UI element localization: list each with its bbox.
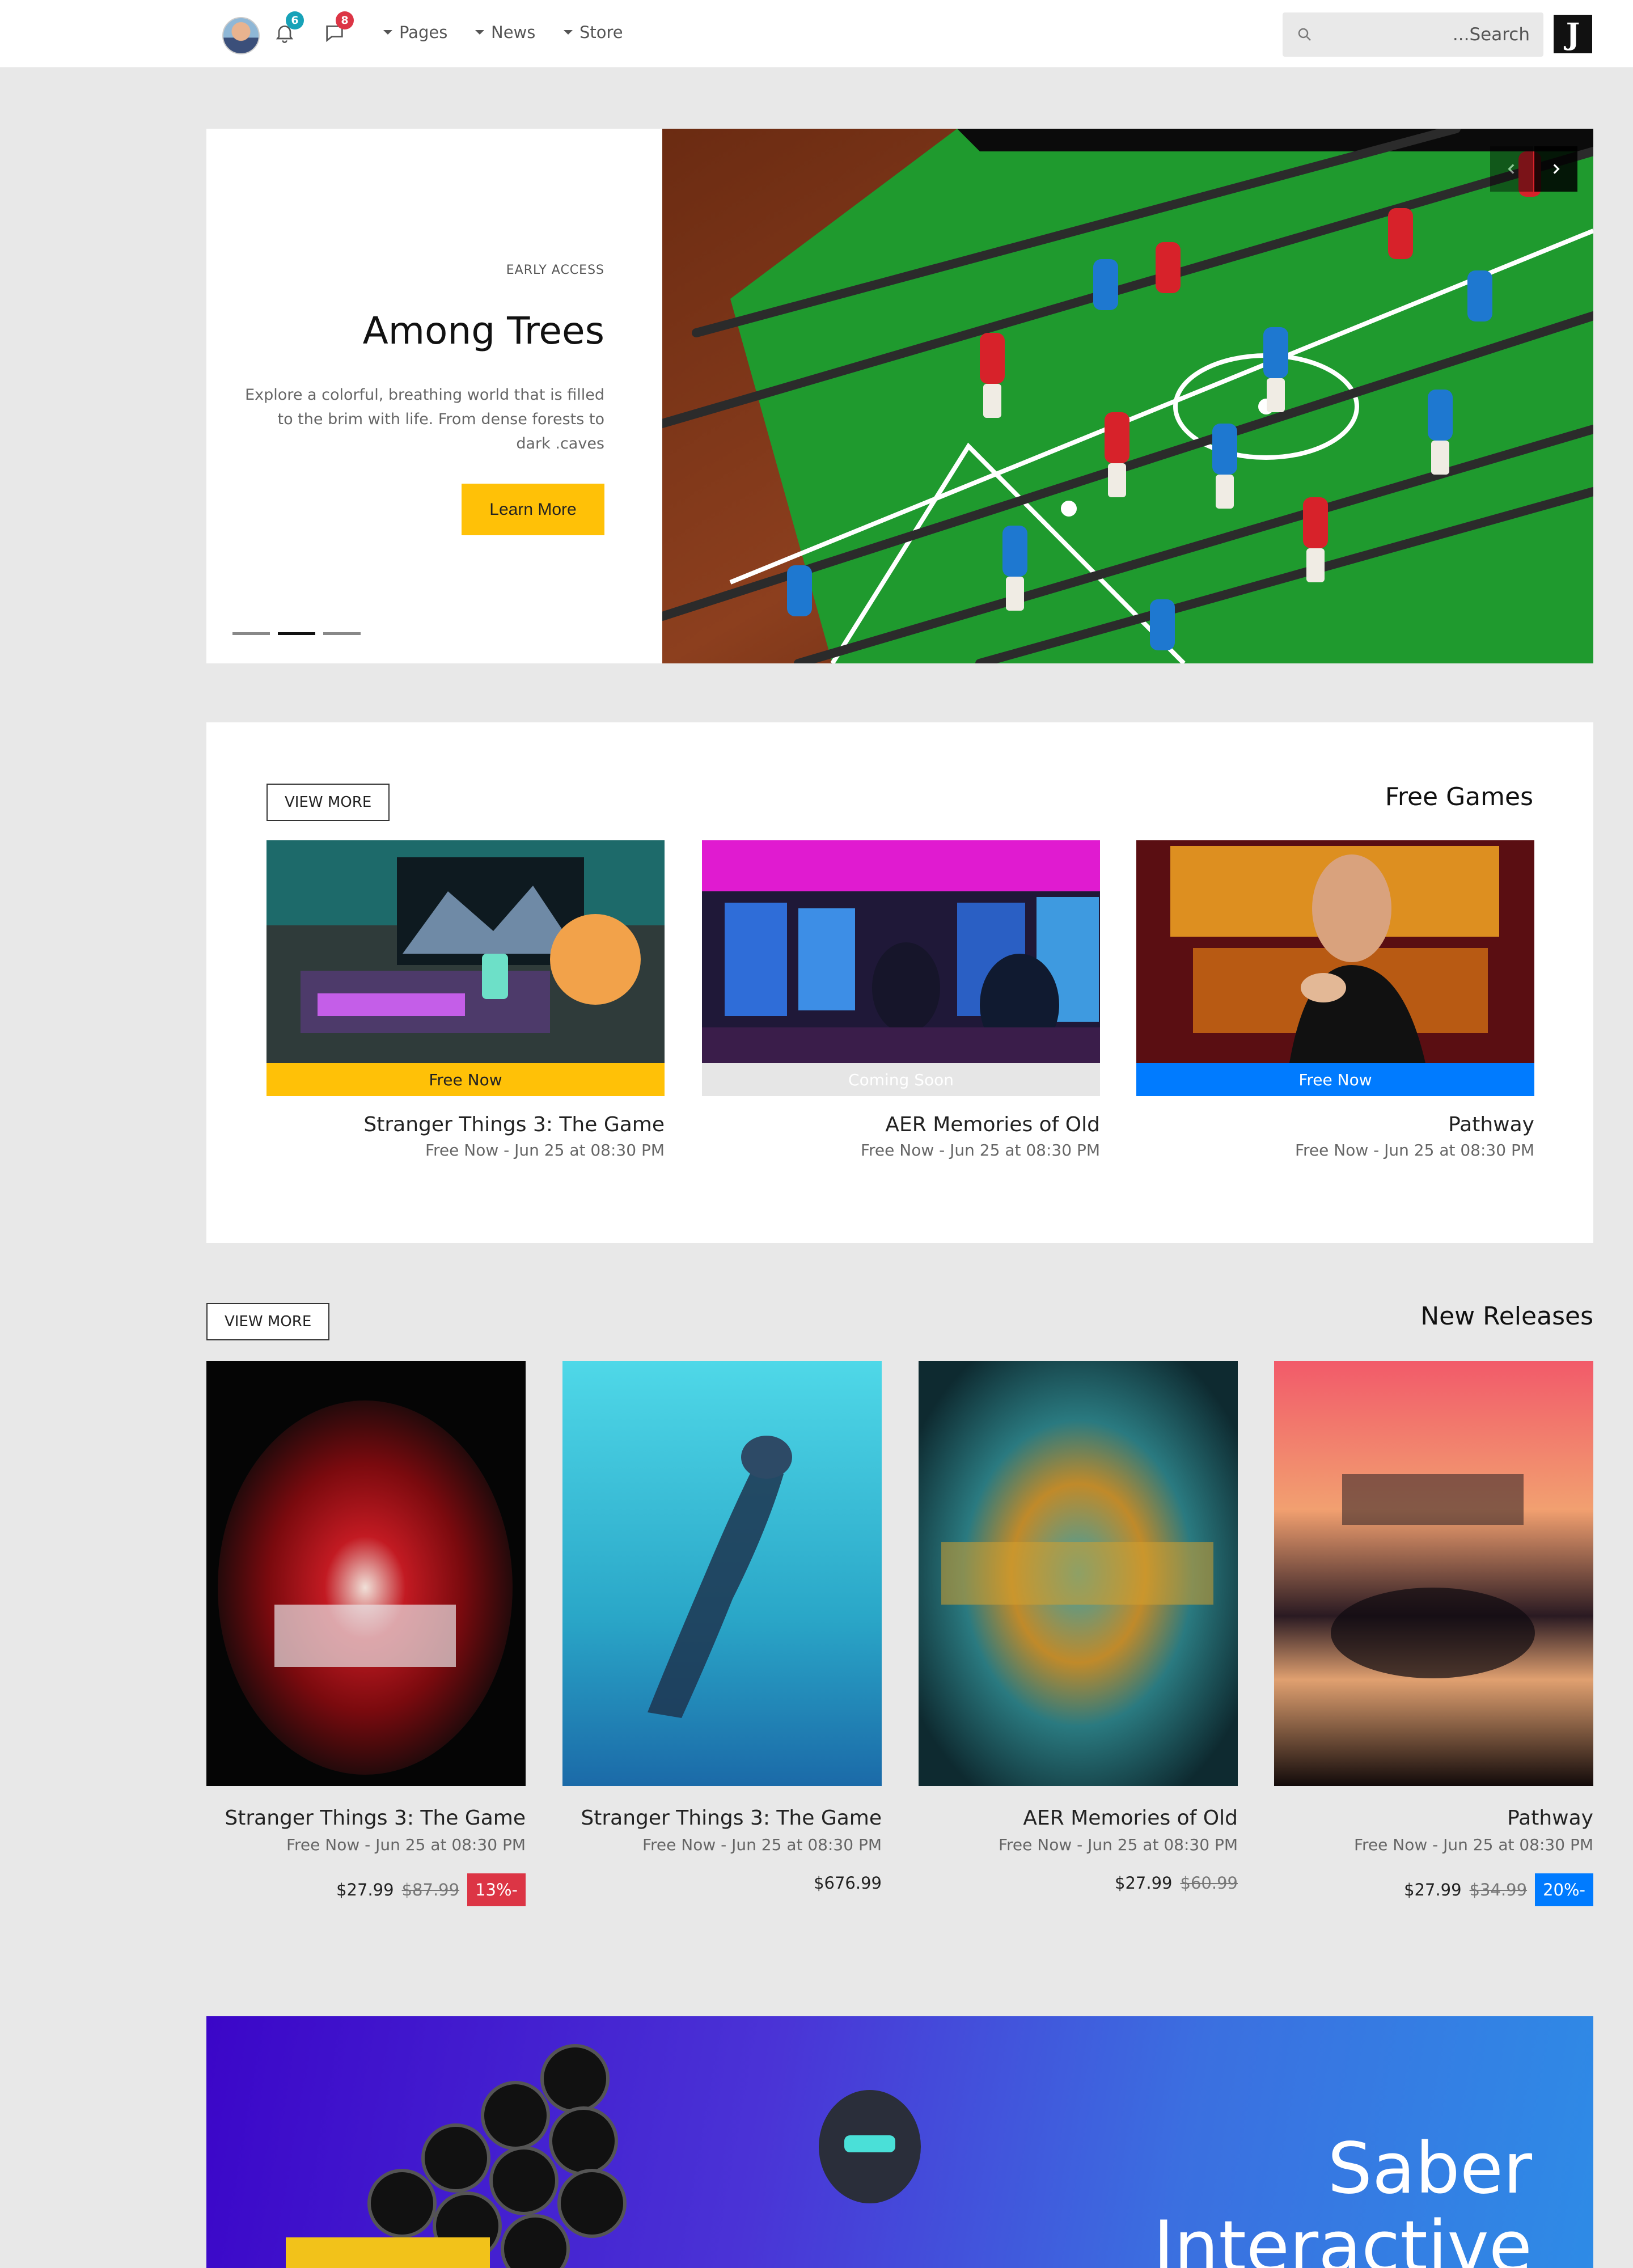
price: $27.99 bbox=[1115, 1873, 1173, 1893]
free-game-status-strip: Free Now bbox=[266, 1063, 665, 1096]
new-release-card[interactable]: AER Memories of Old Free Now - Jun 25 at… bbox=[919, 1361, 1238, 1893]
promo-title: Saber Interactive bbox=[1153, 2130, 1532, 2268]
free-game-status-strip: Coming Soon bbox=[702, 1063, 1100, 1096]
new-release-card[interactable]: Pathway Free Now - Jun 25 at 08:30 PM $2… bbox=[1274, 1361, 1593, 1906]
next-slide-button[interactable] bbox=[1534, 146, 1577, 192]
new-release-image bbox=[1274, 1361, 1593, 1786]
promo-title-line2: Interactive bbox=[1153, 2206, 1532, 2268]
caret-down-icon bbox=[383, 30, 392, 35]
hero-title: Among Trees bbox=[362, 309, 604, 353]
hero-eyebrow: EARLY ACCESS bbox=[506, 263, 604, 277]
nav-news[interactable]: News bbox=[475, 23, 535, 42]
messages-button[interactable]: 8 bbox=[323, 11, 354, 46]
discount-badge: 13%- bbox=[467, 1873, 526, 1906]
free-games-section: VIEW MORE Free Games Free Now Stranger T… bbox=[206, 722, 1593, 1243]
old-price: $34.99 bbox=[1469, 1880, 1528, 1899]
slide-indicators bbox=[232, 632, 361, 635]
discount-badge: 20%- bbox=[1535, 1873, 1593, 1906]
free-game-title[interactable]: Stranger Things 3: The Game bbox=[266, 1113, 665, 1136]
new-release-title[interactable]: Stranger Things 3: The Game bbox=[562, 1806, 882, 1830]
search-box bbox=[1283, 12, 1543, 57]
search-input[interactable] bbox=[1327, 12, 1537, 57]
new-release-title[interactable]: Pathway bbox=[1274, 1806, 1593, 1830]
free-games-view-more-button[interactable]: VIEW MORE bbox=[266, 784, 390, 821]
new-release-date: Free Now - Jun 25 at 08:30 PM bbox=[642, 1835, 882, 1854]
free-game-date: Free Now - Jun 25 at 08:30 PM bbox=[425, 1141, 665, 1160]
free-game-date: Free Now - Jun 25 at 08:30 PM bbox=[1294, 1141, 1534, 1160]
foosball-illustration bbox=[662, 129, 1593, 663]
free-game-status: Free Now bbox=[1298, 1070, 1372, 1089]
old-price: $87.99 bbox=[401, 1880, 460, 1899]
new-release-image bbox=[562, 1361, 882, 1786]
free-game-status: Coming Soon bbox=[848, 1070, 954, 1089]
hero-slider: EARLY ACCESS Among Trees Explore a color… bbox=[206, 129, 1593, 663]
free-game-title[interactable]: AER Memories of Old bbox=[702, 1113, 1100, 1136]
search-button[interactable] bbox=[1283, 12, 1327, 57]
hero-image-foosball bbox=[662, 129, 1593, 663]
free-game-title[interactable]: Pathway bbox=[1136, 1113, 1534, 1136]
old-price: $60.99 bbox=[1180, 1873, 1238, 1893]
free-game-image bbox=[702, 840, 1100, 1063]
hero-text-panel: EARLY ACCESS Among Trees Explore a color… bbox=[206, 129, 662, 663]
price: $676.99 bbox=[814, 1873, 882, 1893]
price: $27.99 bbox=[336, 1880, 394, 1899]
new-releases-view-more-button[interactable]: VIEW MORE bbox=[206, 1303, 330, 1340]
promo-illustration bbox=[286, 2044, 921, 2268]
new-release-price-row: $27.99 $60.99 bbox=[919, 1873, 1238, 1893]
slide-indicator-3[interactable] bbox=[323, 632, 361, 635]
top-navbar: 6 8 Pages News Store J bbox=[0, 0, 1633, 68]
caret-down-icon bbox=[564, 30, 573, 35]
hero-description: Explore a colorful, breathing world that… bbox=[245, 386, 604, 452]
new-release-image bbox=[919, 1361, 1238, 1786]
nav-store-label: Store bbox=[579, 23, 623, 42]
nav-store[interactable]: Store bbox=[564, 23, 623, 42]
nav-pages[interactable]: Pages bbox=[383, 23, 447, 42]
search-icon bbox=[1298, 28, 1311, 41]
new-release-card[interactable]: Stranger Things 3: The Game Free Now - J… bbox=[562, 1361, 882, 1893]
nav-news-label: News bbox=[491, 23, 536, 42]
chevron-left-icon bbox=[1508, 164, 1514, 174]
messages-badge: 8 bbox=[336, 11, 354, 29]
slide-indicator-1[interactable] bbox=[232, 632, 270, 635]
price: $27.99 bbox=[1404, 1880, 1462, 1899]
new-release-card[interactable]: Stranger Things 3: The Game Free Now - J… bbox=[206, 1361, 526, 1906]
prev-slide-button[interactable] bbox=[1490, 146, 1533, 192]
new-release-date: Free Now - Jun 25 at 08:30 PM bbox=[286, 1835, 526, 1854]
new-release-title[interactable]: Stranger Things 3: The Game bbox=[206, 1806, 526, 1830]
nav-pages-label: Pages bbox=[399, 23, 448, 42]
free-game-image bbox=[1136, 840, 1534, 1063]
slide-indicator-2[interactable] bbox=[278, 632, 315, 635]
promo-title-line1: Saber bbox=[1327, 2128, 1532, 2210]
free-game-card[interactable]: Free Now Pathway Free Now - Jun 25 at 08… bbox=[1136, 840, 1534, 1160]
new-release-price-row: $676.99 bbox=[562, 1873, 882, 1893]
user-avatar[interactable] bbox=[222, 17, 260, 54]
notifications-badge: 6 bbox=[286, 11, 304, 29]
free-game-card[interactable]: Free Now Stranger Things 3: The Game Fre… bbox=[266, 840, 665, 1160]
caret-down-icon bbox=[475, 30, 484, 35]
new-release-date: Free Now - Jun 25 at 08:30 PM bbox=[1353, 1835, 1593, 1854]
free-game-image bbox=[266, 840, 665, 1063]
notifications-button[interactable]: 6 bbox=[273, 11, 304, 46]
new-release-title[interactable]: AER Memories of Old bbox=[919, 1806, 1238, 1830]
learn-more-button[interactable]: Learn More bbox=[462, 484, 604, 535]
new-release-image bbox=[206, 1361, 526, 1786]
new-releases-title: New Releases bbox=[1420, 1302, 1593, 1331]
site-logo[interactable]: J bbox=[1554, 15, 1592, 53]
new-release-price-row: $27.99 $87.99 13%- bbox=[206, 1873, 526, 1906]
free-game-card[interactable]: Coming Soon AER Memories of Old Free Now… bbox=[702, 840, 1100, 1160]
new-release-date: Free Now - Jun 25 at 08:30 PM bbox=[998, 1835, 1238, 1854]
promo-banner[interactable]: Saber Interactive bbox=[206, 2016, 1593, 2268]
free-game-status: Free Now bbox=[429, 1070, 502, 1089]
new-release-price-row: $27.99 $34.99 20%- bbox=[1274, 1873, 1593, 1906]
free-game-status-strip: Free Now bbox=[1136, 1063, 1534, 1096]
free-games-title: Free Games bbox=[1385, 782, 1533, 811]
free-game-date: Free Now - Jun 25 at 08:30 PM bbox=[860, 1141, 1100, 1160]
chevron-right-icon bbox=[1553, 164, 1560, 174]
